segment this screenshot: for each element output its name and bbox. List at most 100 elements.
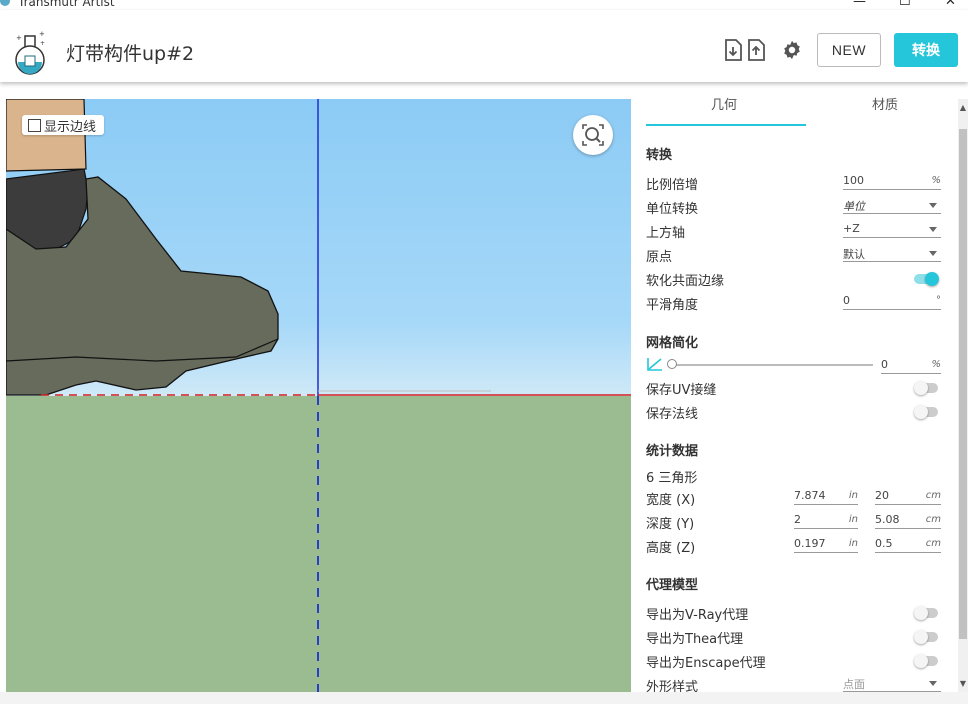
mesh-percent-input[interactable]: 0 %: [881, 357, 941, 374]
zoom-extents-button[interactable]: [573, 115, 613, 155]
origin-value: 默认: [843, 248, 865, 261]
unit-select[interactable]: 单位: [843, 197, 941, 214]
toggle-knob: [914, 654, 928, 668]
maximize-button[interactable]: ☐: [899, 0, 911, 8]
depth-label: 深度 (Y): [646, 517, 695, 532]
up-axis-label: 上方轴: [646, 226, 686, 241]
width-in-input[interactable]: 7.874 in: [794, 488, 858, 505]
origin-label: 原点: [646, 250, 673, 265]
active-tab-indicator: [646, 124, 806, 126]
height-label: 高度 (Z): [646, 541, 696, 556]
smooth-angle-label: 平滑角度: [646, 298, 699, 313]
chevron-down-icon: [929, 203, 937, 208]
section-title-transform: 转换: [646, 148, 673, 163]
depth-cm-input[interactable]: 5.08 cm: [875, 512, 941, 529]
new-button[interactable]: NEW: [817, 33, 881, 67]
unit-in: in: [848, 514, 858, 525]
height-cm-value: 0.5: [875, 537, 893, 550]
status-strip: [0, 692, 968, 704]
svg-text:+: +: [16, 34, 22, 42]
convert-button[interactable]: 转换: [894, 33, 958, 67]
width-cm-input[interactable]: 20 cm: [875, 488, 941, 505]
toggle-knob: [914, 405, 928, 419]
tab-materials[interactable]: 材质: [872, 94, 898, 113]
toggle-knob: [914, 606, 928, 620]
origin-select[interactable]: 默认: [843, 245, 941, 262]
smooth-angle-input[interactable]: 0 °: [843, 293, 941, 310]
scrollbar-thumb[interactable]: [959, 129, 967, 639]
toggle-knob: [925, 272, 939, 286]
keep-normals-toggle[interactable]: [914, 405, 938, 419]
unit-in: in: [848, 538, 858, 549]
scroll-up-icon[interactable]: ▲: [958, 103, 968, 112]
width-in-value: 7.874: [794, 489, 826, 502]
display-style-select[interactable]: 点面: [843, 675, 941, 692]
window-title: Transmutr Artist: [18, 0, 115, 9]
toggle-knob: [914, 630, 928, 644]
app-header: + + + 灯带构件up#2 NEW 转换: [0, 10, 968, 82]
document-title: 灯带构件up#2: [66, 43, 195, 65]
simplify-curve-icon: [647, 358, 662, 371]
chevron-down-icon: [929, 251, 937, 256]
gear-icon[interactable]: [781, 38, 803, 62]
panel-scrollbar[interactable]: ▲ ▼: [958, 99, 968, 692]
unit-cm: cm: [925, 538, 941, 549]
soften-edges-toggle[interactable]: [914, 272, 939, 286]
unit-cm: cm: [925, 514, 941, 525]
display-style-value: 点面: [843, 678, 865, 691]
soften-label: 软化共面边缘: [646, 274, 725, 289]
tab-geometry[interactable]: 几何: [711, 94, 737, 113]
keep-uv-label: 保存UV接缝: [646, 383, 717, 398]
keep-uv-toggle[interactable]: [914, 381, 938, 395]
thea-proxy-label: 导出为Thea代理: [646, 632, 744, 647]
properties-panel: 几何 材质 转换 比例倍增 100 % 单位转换 单位 上方轴 +Z 原点 默认…: [631, 82, 968, 692]
chevron-down-icon: [929, 681, 937, 686]
triangle-count: 6 三角形: [646, 471, 698, 486]
height-cm-input[interactable]: 0.5 cm: [875, 536, 941, 553]
mesh-percent-value: 0: [881, 358, 888, 371]
mesh-percent-unit: %: [931, 359, 941, 370]
scale-unit: %: [931, 175, 941, 186]
section-title-proxy: 代理模型: [646, 578, 699, 593]
enscape-proxy-toggle[interactable]: [914, 654, 938, 668]
scene-canvas: [6, 99, 631, 692]
depth-in-input[interactable]: 2 in: [794, 512, 858, 529]
smooth-angle-value: 0: [843, 294, 850, 307]
width-label: 宽度 (X): [646, 493, 696, 508]
depth-in-value: 2: [794, 513, 801, 526]
scale-label: 比例倍增: [646, 178, 699, 193]
unit-in: in: [848, 490, 858, 501]
thea-proxy-toggle[interactable]: [914, 630, 938, 644]
chevron-down-icon: [929, 227, 937, 232]
smooth-angle-unit: °: [936, 295, 941, 306]
app-icon: [0, 0, 10, 6]
section-title-stats: 统计数据: [646, 444, 699, 459]
scale-input[interactable]: 100 %: [843, 173, 941, 190]
vray-proxy-label: 导出为V-Ray代理: [646, 608, 749, 623]
flask-logo-icon: + + +: [15, 30, 45, 75]
section-title-mesh: 网格简化: [646, 336, 699, 351]
unit-label: 单位转换: [646, 202, 699, 217]
import-file-icon[interactable]: [722, 38, 744, 62]
scroll-down-icon[interactable]: ▼: [958, 679, 968, 688]
mesh-slider-thumb[interactable]: [667, 359, 677, 369]
up-axis-value: +Z: [843, 222, 860, 235]
minimize-button[interactable]: —: [853, 0, 866, 8]
zoom-fit-icon: [582, 124, 604, 146]
up-axis-select[interactable]: +Z: [843, 221, 941, 238]
export-file-icon[interactable]: [745, 38, 767, 62]
3d-viewport[interactable]: 显示边线: [6, 99, 631, 692]
mesh-slider-track[interactable]: [673, 364, 873, 366]
enscape-proxy-label: 导出为Enscape代理: [646, 656, 766, 671]
unit-cm: cm: [925, 490, 941, 501]
height-in-input[interactable]: 0.197 in: [794, 536, 858, 553]
svg-text:+: +: [39, 30, 45, 38]
toggle-knob: [914, 381, 928, 395]
close-window-button[interactable]: ✕: [945, 0, 956, 8]
height-in-value: 0.197: [794, 537, 826, 550]
scale-value: 100: [843, 174, 864, 187]
vray-proxy-toggle[interactable]: [914, 606, 938, 620]
show-edges-checkbox[interactable]: [28, 118, 41, 132]
show-edges-toggle[interactable]: 显示边线: [22, 115, 105, 135]
display-style-label: 外形样式: [646, 680, 699, 692]
